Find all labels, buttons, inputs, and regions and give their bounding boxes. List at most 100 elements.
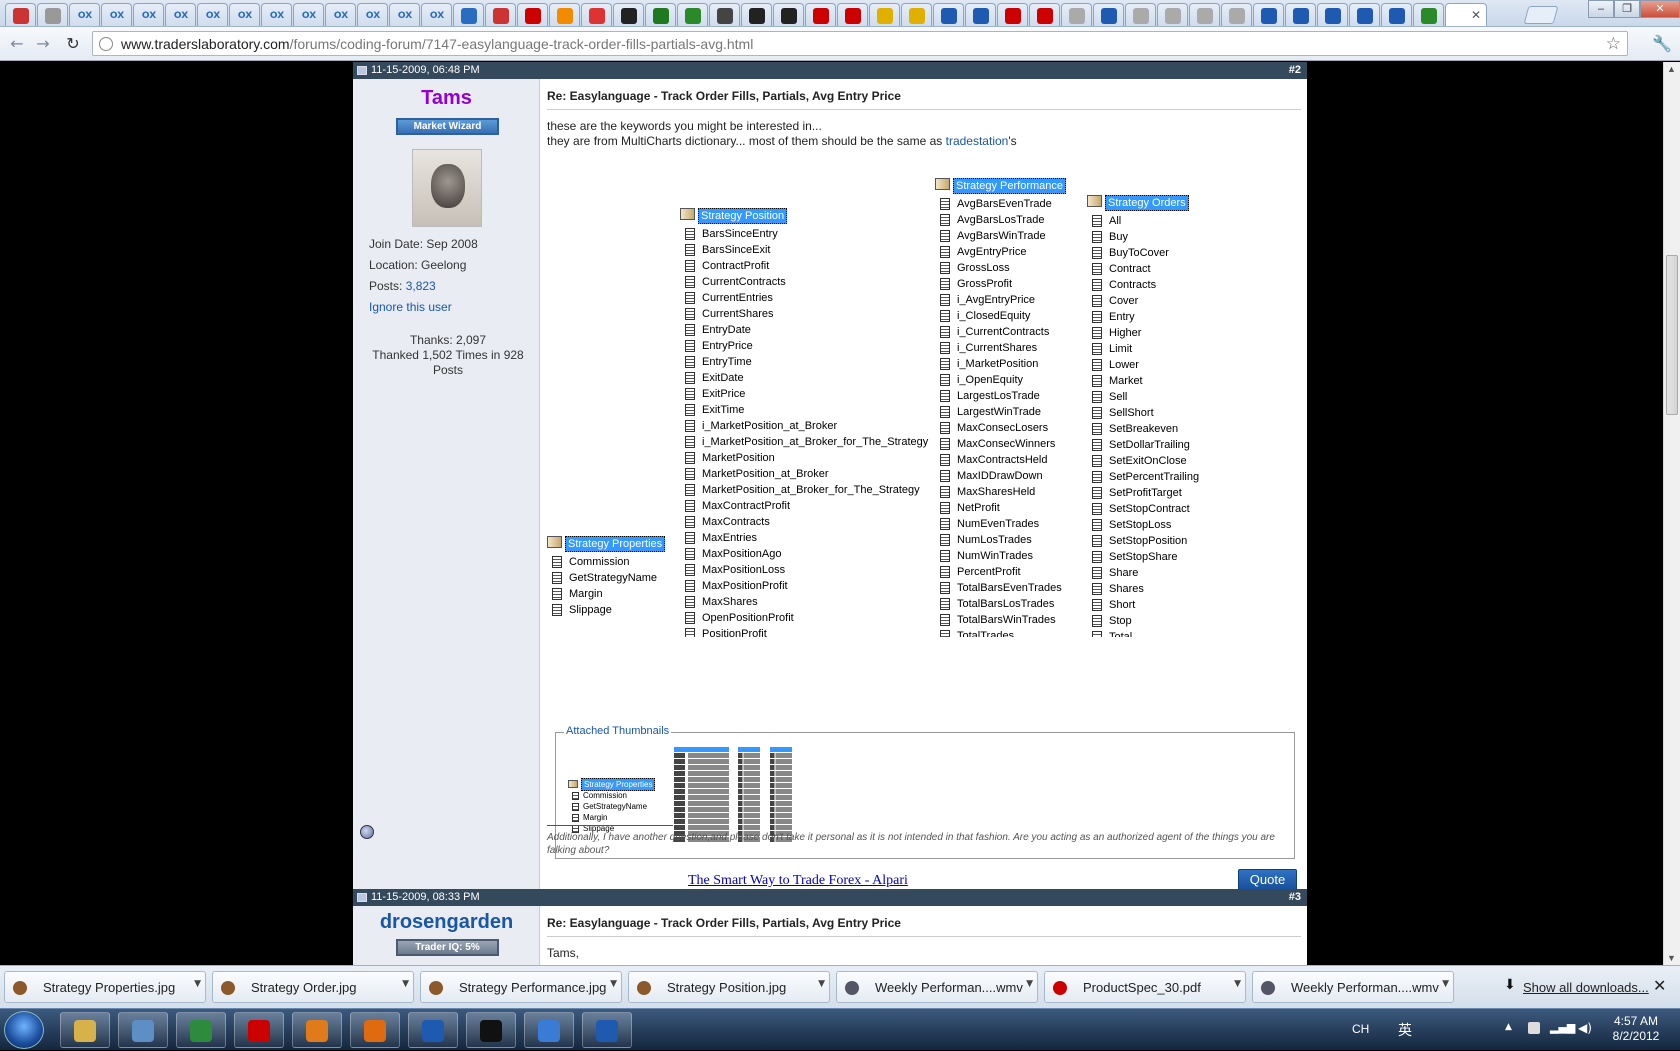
- tree-item[interactable]: Buy: [1087, 229, 1199, 245]
- tree-item[interactable]: Sell: [1087, 389, 1199, 405]
- tree-item[interactable]: NumEvenTrades: [935, 516, 1066, 532]
- scroll-up-arrow-icon[interactable]: ▲: [1667, 64, 1676, 74]
- dropdown-arrow-icon[interactable]: ▼: [1026, 979, 1033, 989]
- browser-tab[interactable]: [1285, 3, 1316, 26]
- download-item[interactable]: Strategy Properties.jpg ▼: [4, 971, 206, 1003]
- browser-tab[interactable]: [1061, 3, 1092, 26]
- browser-tab[interactable]: OX: [389, 3, 420, 26]
- tree-item[interactable]: ExitDate: [680, 370, 928, 386]
- tree-item[interactable]: ContractProfit: [680, 258, 928, 274]
- scroll-down-arrow-icon[interactable]: ▼: [1667, 953, 1676, 963]
- browser-tab[interactable]: [805, 3, 836, 26]
- tree-item[interactable]: SetPercentTrailing: [1087, 469, 1199, 485]
- browser-tab[interactable]: [901, 3, 932, 26]
- tree-root[interactable]: Strategy Orders: [1087, 195, 1199, 213]
- download-item[interactable]: Weekly Performan....wmv ▼: [1252, 971, 1454, 1003]
- tree-item[interactable]: Slippage: [547, 602, 665, 618]
- tree-item[interactable]: Stop: [1087, 613, 1199, 629]
- tree-item[interactable]: MaxConsecLosers: [935, 420, 1066, 436]
- close-tab-icon[interactable]: ✕: [1471, 8, 1481, 22]
- tree-root[interactable]: Strategy Properties: [547, 536, 666, 554]
- tree-item[interactable]: i_CurrentShares: [935, 340, 1066, 356]
- browser-tab[interactable]: [837, 3, 868, 26]
- browser-tab[interactable]: OX: [261, 3, 292, 26]
- browser-tab[interactable]: [485, 3, 516, 26]
- tree-item[interactable]: MaxEntries: [680, 530, 928, 546]
- browser-tab[interactable]: [613, 3, 644, 26]
- minimize-button[interactable]: –: [1588, 0, 1614, 18]
- tree-item[interactable]: MaxPositionLoss: [680, 562, 928, 578]
- tree-item[interactable]: SetStopShare: [1087, 549, 1199, 565]
- tree-item[interactable]: i_ClosedEquity: [935, 308, 1066, 324]
- close-download-shelf-icon[interactable]: ✕: [1653, 976, 1666, 995]
- address-bar[interactable]: www.traderslaboratory.com/forums/coding-…: [92, 31, 1628, 56]
- tree-item[interactable]: i_CurrentContracts: [935, 324, 1066, 340]
- tree-item[interactable]: OpenPositionProfit: [680, 610, 928, 626]
- strategy-properties-image[interactable]: Strategy Properties Commission GetStrategy…: [547, 536, 666, 618]
- tree-item[interactable]: i_MarketPosition_at_Broker_for_The_Strat…: [680, 434, 928, 450]
- download-item[interactable]: Weekly Performan....wmv ▼: [836, 971, 1038, 1003]
- browser-tab[interactable]: [1029, 3, 1060, 26]
- post-number-link[interactable]: #2: [1289, 64, 1301, 76]
- browser-tab[interactable]: OX: [357, 3, 388, 26]
- download-item[interactable]: ProductSpec_30.pdf ▼: [1044, 971, 1246, 1003]
- browser-tab[interactable]: [1381, 3, 1412, 26]
- tree-item[interactable]: BarsSinceExit: [680, 242, 928, 258]
- tree-item[interactable]: MaxContracts: [680, 514, 928, 530]
- tree-item[interactable]: MaxContractsHeld: [935, 452, 1066, 468]
- tree-item[interactable]: SetDollarTrailing: [1087, 437, 1199, 453]
- tree-root[interactable]: Strategy Performance: [935, 178, 1066, 196]
- tree-item[interactable]: Margin: [568, 812, 655, 823]
- tree-item[interactable]: CurrentShares: [680, 306, 928, 322]
- thumbnail-strategy-orders[interactable]: [768, 747, 796, 843]
- browser-tab[interactable]: [1253, 3, 1284, 26]
- tree-item[interactable]: MarketPosition: [680, 450, 928, 466]
- tree-item[interactable]: All: [1087, 213, 1199, 229]
- wrench-menu-icon[interactable]: 🔧: [1652, 34, 1672, 53]
- show-all-downloads-link[interactable]: Show all downloads...: [1523, 980, 1649, 995]
- browser-tab[interactable]: [677, 3, 708, 26]
- tree-item[interactable]: BarsSinceEntry: [680, 226, 928, 242]
- tray-app-icon[interactable]: [1528, 1022, 1540, 1034]
- tree-item[interactable]: AvgBarsLosTrade: [935, 212, 1066, 228]
- tree-item[interactable]: Higher: [1087, 325, 1199, 341]
- tree-item[interactable]: MaxShares: [680, 594, 928, 610]
- tree-item[interactable]: LargestWinTrade: [935, 404, 1066, 420]
- taskbar-app-button[interactable]: [234, 1012, 284, 1048]
- strategy-performance-image[interactable]: Strategy Performance AvgBarsEvenTrade AvgB…: [935, 178, 1066, 637]
- tree-item[interactable]: i_MarketPosition: [935, 356, 1066, 372]
- tree-item[interactable]: NumWinTrades: [935, 548, 1066, 564]
- tree-item[interactable]: AvgBarsWinTrade: [935, 228, 1066, 244]
- username-link[interactable]: Tams: [353, 87, 540, 110]
- back-arrow-icon[interactable]: ←: [6, 34, 28, 54]
- tree-item[interactable]: SetExitOnClose: [1087, 453, 1199, 469]
- maximize-button[interactable]: ❐: [1614, 0, 1640, 18]
- tree-item[interactable]: Shares: [1087, 581, 1199, 597]
- show-hidden-icons-arrow-icon[interactable]: ▲: [1505, 1022, 1512, 1032]
- browser-tab[interactable]: [1189, 3, 1220, 26]
- tree-item[interactable]: Short: [1087, 597, 1199, 613]
- tree-item[interactable]: MaxSharesHeld: [935, 484, 1066, 500]
- browser-tab[interactable]: OX: [229, 3, 260, 26]
- active-browser-tab[interactable]: ✕: [1445, 3, 1487, 26]
- browser-tab[interactable]: OX: [165, 3, 196, 26]
- browser-tab[interactable]: [1093, 3, 1124, 26]
- browser-tab[interactable]: [773, 3, 804, 26]
- taskbar-app-button[interactable]: [60, 1012, 110, 1048]
- dropdown-arrow-icon[interactable]: ▼: [402, 979, 409, 989]
- tree-item[interactable]: Commission: [547, 554, 665, 570]
- taskbar-app-button[interactable]: [582, 1012, 632, 1048]
- strategy-orders-image[interactable]: Strategy Orders All Buy BuyToCover Contract C…: [1087, 195, 1199, 637]
- tree-root[interactable]: Strategy Properties: [568, 778, 656, 791]
- tree-item[interactable]: MaxContractProfit: [680, 498, 928, 514]
- tree-item[interactable]: i_MarketPosition_at_Broker: [680, 418, 928, 434]
- tradestation-link[interactable]: tradestation: [946, 134, 1009, 148]
- strategy-position-image[interactable]: Strategy Position BarsSinceEntry BarsSince…: [680, 208, 928, 637]
- browser-tab[interactable]: [869, 3, 900, 26]
- tree-item[interactable]: EntryDate: [680, 322, 928, 338]
- tree-item[interactable]: ExitPrice: [680, 386, 928, 402]
- tree-item[interactable]: GrossProfit: [935, 276, 1066, 292]
- browser-tab[interactable]: [1125, 3, 1156, 26]
- tree-item[interactable]: Market: [1087, 373, 1199, 389]
- volume-icon[interactable]: ◀): [1578, 1021, 1592, 1035]
